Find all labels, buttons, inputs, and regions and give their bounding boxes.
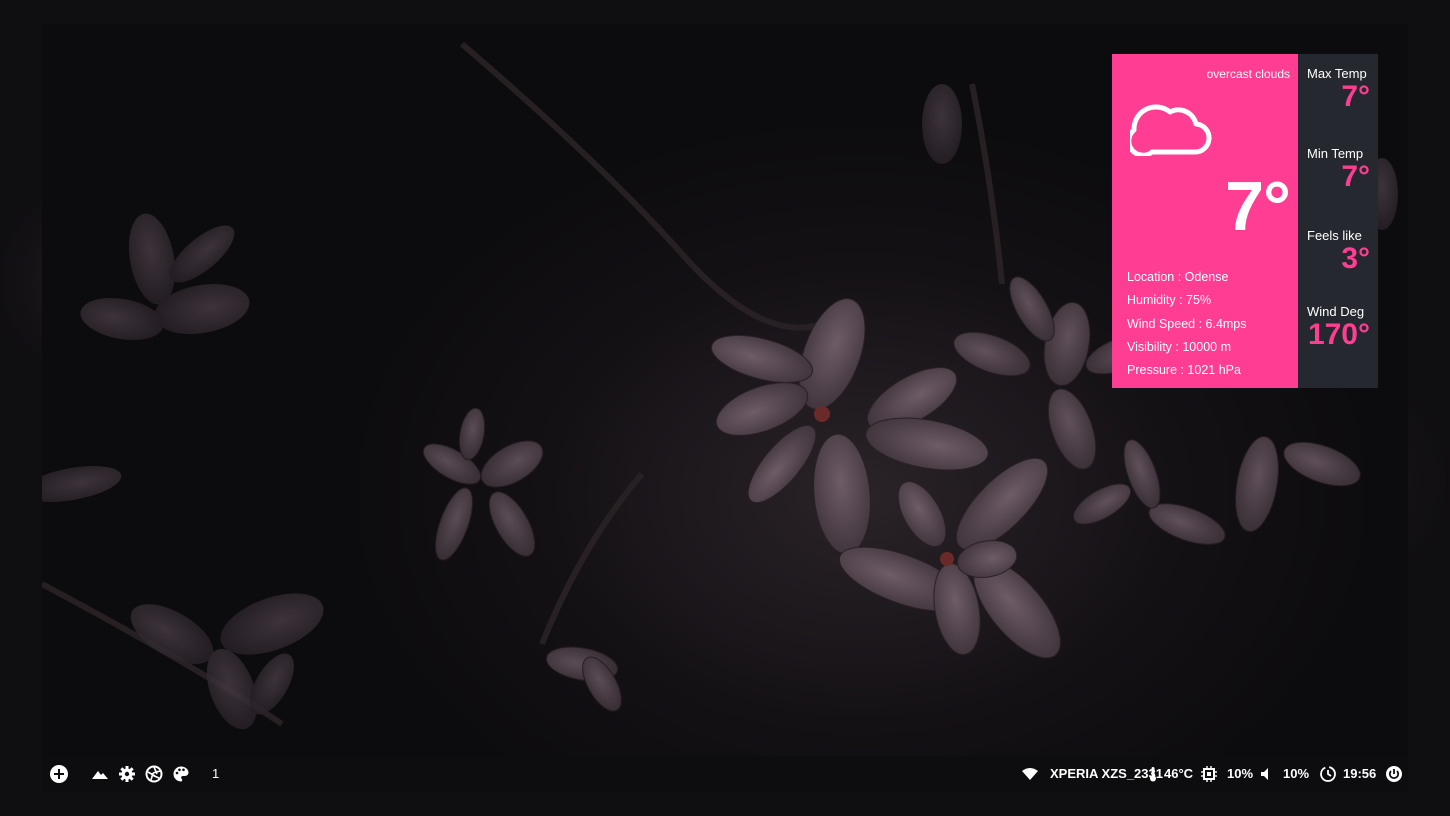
wind-deg-value: 170°: [1307, 318, 1370, 351]
max-temp: Max Temp 7°: [1307, 66, 1370, 113]
weather-details: Location : Odense Humidity : 75% Wind Sp…: [1127, 266, 1247, 382]
weather-card: overcast clouds 7° Location : Odense Hum…: [1112, 54, 1298, 388]
wind-deg: Wind Deg 170°: [1307, 304, 1370, 351]
cloud-icon: [1130, 104, 1212, 156]
humidity-text: Humidity : 75%: [1127, 293, 1212, 308]
feels-like-label: Feels like: [1307, 228, 1362, 243]
thermometer-icon: [1150, 767, 1156, 782]
cpu-usage: 10%: [1227, 766, 1254, 781]
workspace-indicator[interactable]: 1: [212, 766, 219, 782]
wind-deg-label: Wind Deg: [1307, 304, 1365, 319]
cpu-icon: [1201, 766, 1217, 782]
power-icon[interactable]: [1385, 765, 1403, 783]
max-temp-value: 7°: [1341, 80, 1370, 113]
pressure-text: Pressure : 1021 hPa: [1127, 363, 1241, 378]
weather-stats-panel: Max Temp 7° Min Temp 7° Feels like 3° Wi…: [1298, 54, 1378, 388]
aperture-icon[interactable]: [145, 765, 163, 783]
volume-level[interactable]: 10%: [1283, 766, 1309, 782]
cpu-temperature: 46°C: [1164, 766, 1194, 781]
feels-like: Feels like 3°: [1307, 228, 1370, 275]
max-temp-label: Max Temp: [1307, 66, 1367, 81]
clock-time[interactable]: 19:56: [1343, 766, 1376, 782]
clock-icon: [1320, 766, 1336, 782]
wifi-icon[interactable]: [1021, 765, 1039, 783]
speaker-icon[interactable]: [1258, 765, 1276, 783]
plus-icon[interactable]: [50, 765, 68, 783]
min-temp-label: Min Temp: [1307, 146, 1364, 161]
current-temperature: 7°: [1225, 167, 1291, 245]
location-text: Location : Odense: [1127, 270, 1229, 284]
mountain-icon[interactable]: [91, 765, 109, 783]
gear-icon[interactable]: [118, 765, 136, 783]
weather-condition: overcast clouds: [1206, 67, 1290, 81]
min-temp: Min Temp 7°: [1307, 146, 1370, 193]
visibility-text: Visibility : 10000 m: [1127, 339, 1231, 354]
feels-like-value: 3°: [1341, 242, 1370, 275]
wind-speed-text: Wind Speed : 6.4mps: [1127, 316, 1247, 331]
min-temp-value: 7°: [1341, 160, 1370, 193]
taskbar: 1 XPERIA XZS_2331 46°C 10% 10% 19:56: [42, 756, 1408, 792]
palette-icon[interactable]: [172, 765, 190, 783]
desktop: overcast clouds 7° Location : Odense Hum…: [42, 24, 1408, 792]
